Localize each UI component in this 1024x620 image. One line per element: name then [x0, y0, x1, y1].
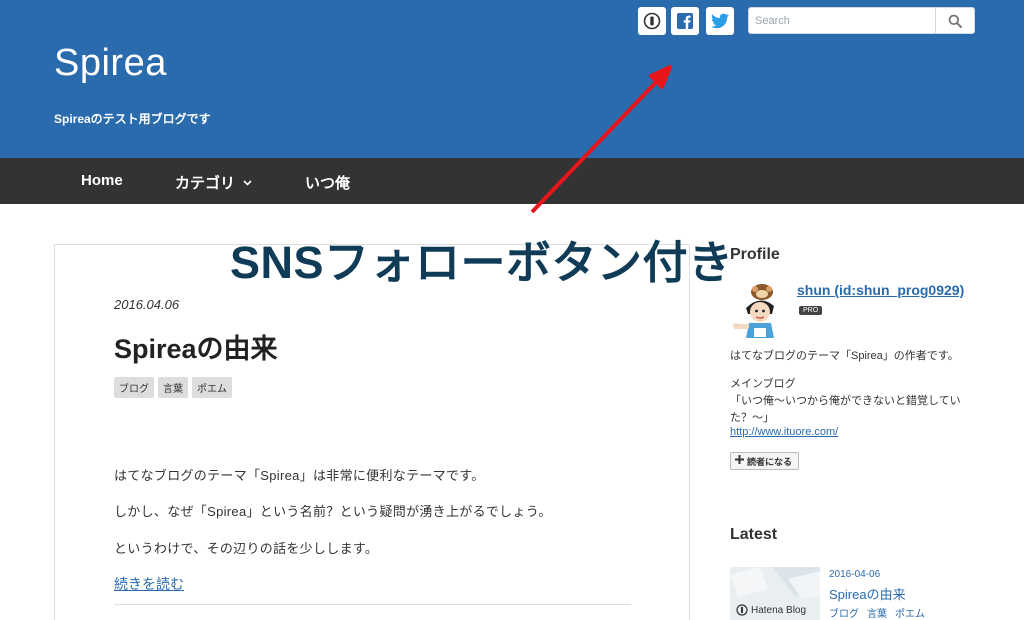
latest-post-tag[interactable]: 言葉 — [867, 605, 887, 620]
thumbnail-brand: Hatena Blog — [736, 604, 806, 616]
pro-badge: PRO — [799, 306, 823, 315]
hatena-bookmark-icon — [643, 12, 661, 30]
latest-post-title[interactable]: Spireaの由来 — [829, 584, 906, 603]
profile-name-link[interactable]: shun (id:shun_prog0929) — [797, 282, 964, 298]
article-paragraph: というわけで、その辺りの話を少しします。 — [114, 541, 379, 556]
nav-item-category-label: カテゴリ — [175, 175, 236, 192]
search-box — [748, 7, 975, 34]
site-tagline: Spireaのテスト用ブログです — [54, 112, 211, 126]
article-date: 2016.04.06 — [114, 297, 180, 312]
nav-item-home[interactable]: Home — [81, 172, 123, 189]
main-blog-url-link[interactable]: http://www.ituore.com/ — [730, 426, 838, 438]
nav-item-category[interactable]: カテゴリ — [175, 172, 252, 193]
plus-icon — [735, 455, 744, 464]
main-blog-label: メインブログ — [730, 378, 796, 390]
article-paragraph: しかし、なぜ「Spirea」という名前？という疑問が湧き上がるでしょう。 — [114, 504, 552, 519]
search-button[interactable] — [936, 8, 974, 33]
article-paragraph: はてなブログのテーマ「Spirea」は非常に便利なテーマです。 — [114, 468, 485, 483]
read-more-link[interactable]: 続きを読む — [114, 574, 184, 594]
avatar[interactable] — [732, 280, 788, 338]
article-tag[interactable]: ポエム — [192, 377, 232, 398]
main-nav: Home カテゴリ いつ俺 — [0, 158, 1024, 204]
profile-heading: Profile — [730, 246, 780, 263]
latest-post-date: 2016-04-06 — [829, 569, 881, 580]
thumbnail-brand-label: Hatena Blog — [751, 604, 807, 616]
hatena-follow-button[interactable] — [638, 7, 666, 35]
article-tags: ブログ 言葉 ポエム — [114, 377, 232, 398]
latest-post-tag[interactable]: ブログ — [829, 605, 859, 620]
latest-post-thumbnail[interactable]: Hatena Blog — [730, 567, 820, 620]
article-divider — [114, 604, 631, 605]
profile-description: はてなブログのテーマ「Spirea」の作者です。 — [730, 350, 959, 362]
site-header: Spirea Spireaのテスト用ブログです — [0, 0, 1024, 158]
search-input[interactable] — [749, 8, 935, 33]
subscribe-button-label: 読者になる — [747, 457, 793, 467]
main-blog-title: 「いつ俺〜いつから俺ができないと錯覚していた？〜」 — [730, 395, 961, 424]
subscribe-button[interactable]: 読者になる — [730, 452, 800, 470]
facebook-follow-button[interactable] — [671, 7, 699, 35]
article-card: 2016.04.06 Spireaの由来 ブログ 言葉 ポエム はてなブログのテ… — [54, 244, 690, 620]
chevron-down-icon — [243, 179, 252, 186]
article-tag[interactable]: 言葉 — [158, 377, 188, 398]
latest-post-tags: ブログ 言葉 ポエム — [829, 605, 925, 620]
hatena-logo-icon — [736, 604, 748, 616]
article-title[interactable]: Spireaの由来 — [114, 327, 278, 366]
facebook-icon — [677, 13, 693, 29]
latest-post-tag[interactable]: ポエム — [895, 605, 925, 620]
annotation-text: SNSフォローボタン付き — [230, 237, 734, 288]
profile-main-blog: メインブログ 「いつ俺〜いつから俺ができないと錯覚していた？〜」 — [730, 376, 970, 427]
latest-heading: Latest — [730, 526, 778, 543]
article-tag[interactable]: ブログ — [114, 377, 154, 398]
search-icon — [948, 14, 962, 28]
twitter-icon — [711, 13, 729, 29]
nav-item-itsuore[interactable]: いつ俺 — [305, 172, 350, 193]
site-title[interactable]: Spirea — [54, 42, 167, 85]
twitter-follow-button[interactable] — [706, 7, 734, 35]
